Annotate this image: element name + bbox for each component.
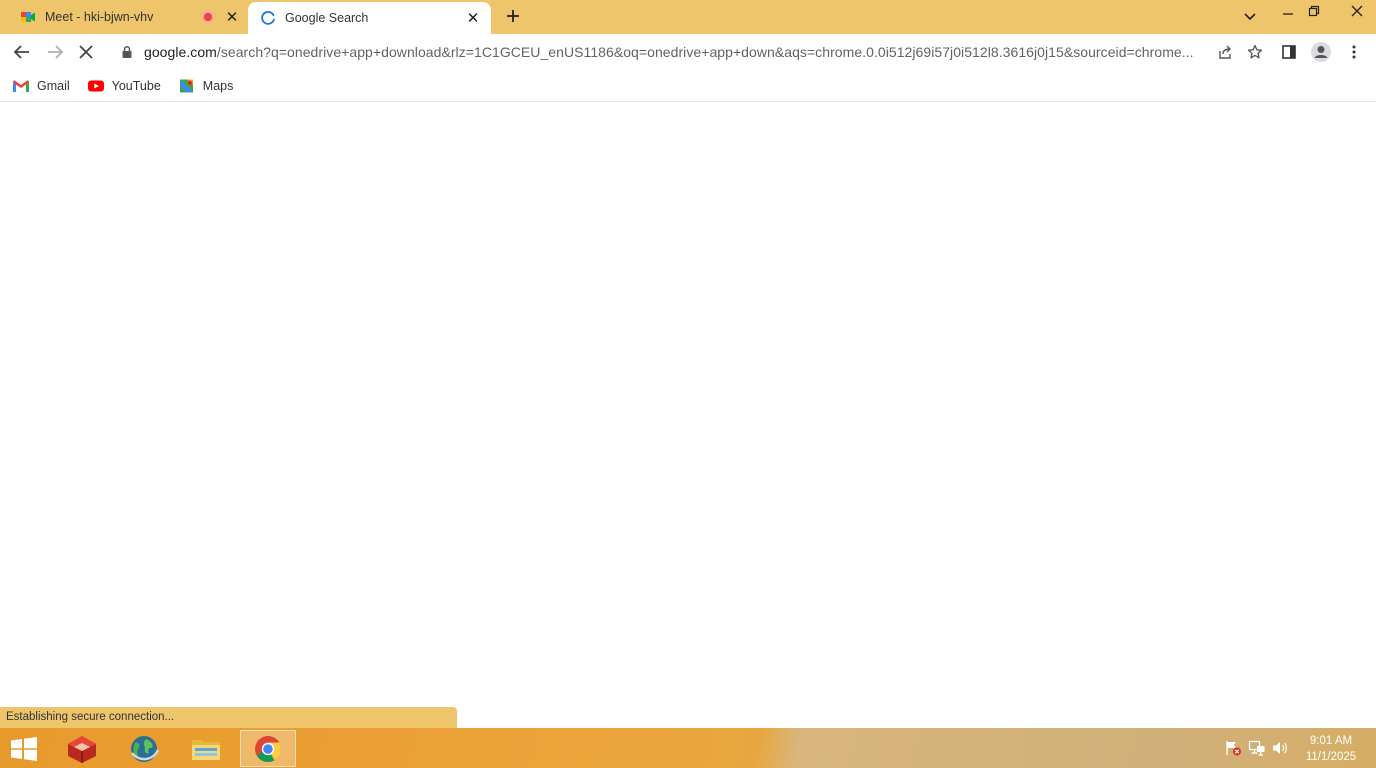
menu-button[interactable] (1342, 40, 1366, 64)
clock-date: 11/1/2025 (1305, 751, 1357, 763)
taskbar-app[interactable] (116, 730, 172, 767)
address-bar[interactable]: google.com/search?q=onedrive+app+downloa… (110, 38, 1270, 66)
taskbar: 9:01 AM 11/1/2025 (0, 728, 1376, 768)
taskbar-app-active[interactable] (240, 730, 296, 767)
bookmark-maps[interactable]: Maps (178, 78, 234, 93)
stop-loading-button[interactable] (74, 40, 98, 64)
arrow-right-icon (48, 45, 64, 59)
system-clock[interactable]: 9:01 AM 11/1/2025 (1296, 733, 1366, 765)
network-icon[interactable] (1248, 740, 1266, 756)
lock-icon[interactable] (120, 45, 134, 59)
close-icon (79, 45, 93, 59)
clock-time: 9:01 AM (1309, 735, 1353, 747)
url-text[interactable]: google.com/search?q=onedrive+app+downloa… (144, 44, 1210, 60)
maps-icon (179, 79, 193, 92)
status-bubble: Establishing secure connection... (0, 707, 457, 728)
url-path: /search?q=onedrive+app+download&rlz=1C1G… (216, 44, 1194, 60)
bookmark-label: Gmail (37, 78, 70, 93)
gmail-icon (13, 79, 29, 92)
bookmark-gmail[interactable]: Gmail (12, 79, 70, 93)
windows-start-icon[interactable] (8, 736, 40, 762)
close-tab-icon[interactable]: ✕ (224, 9, 240, 26)
app-icon (68, 735, 96, 763)
share-icon (1219, 45, 1231, 59)
url-host: google.com (144, 44, 217, 60)
bookmark-star-button[interactable] (1240, 40, 1270, 64)
tab-search-chevron-icon[interactable] (1240, 8, 1260, 26)
profile-button[interactable] (1309, 40, 1333, 64)
loading-spinner-icon (261, 11, 275, 25)
taskbar-app[interactable] (178, 730, 234, 767)
bookmark-label: YouTube (111, 78, 161, 93)
bookmark-label: Maps (202, 78, 234, 93)
plus-icon (507, 10, 519, 22)
bookmark-youtube[interactable]: YouTube (87, 79, 161, 93)
back-button[interactable] (10, 40, 34, 64)
action-center-flag-icon[interactable] (1224, 740, 1242, 756)
volume-icon[interactable] (1271, 740, 1289, 756)
taskbar-app[interactable] (54, 730, 110, 767)
arrow-left-icon (13, 45, 29, 59)
tab-title: Meet - hki-bjwn-vhv (45, 10, 154, 24)
restore-button[interactable] (1300, 0, 1328, 22)
minimize-button[interactable] (1274, 0, 1302, 22)
browser-toolbar: google.com/search?q=onedrive+app+downloa… (0, 34, 1376, 70)
bookmarks-bar: Gmail YouTube Maps (0, 70, 1376, 102)
avatar-icon (1311, 42, 1331, 62)
star-icon (1247, 44, 1263, 59)
file-explorer-icon (192, 739, 220, 760)
tab-title: Google Search (285, 11, 369, 25)
recording-indicator-icon (202, 11, 214, 23)
page-content (0, 103, 1376, 728)
tab-google-search[interactable]: Google Search ✕ (248, 2, 491, 34)
tab-strip: Meet - hki-bjwn-vhv ✕ Google Search ✕ (0, 0, 1376, 34)
kebab-menu-icon (1352, 45, 1356, 59)
youtube-icon (87, 80, 104, 91)
google-meet-icon (21, 12, 35, 22)
tab-meet[interactable]: Meet - hki-bjwn-vhv ✕ (8, 0, 248, 34)
globe-icon (131, 735, 160, 762)
new-tab-button[interactable] (502, 5, 524, 27)
chrome-icon (255, 735, 282, 762)
forward-button[interactable] (43, 40, 67, 64)
share-button[interactable] (1210, 40, 1240, 64)
side-panel-icon (1282, 45, 1296, 59)
close-tab-icon[interactable]: ✕ (465, 10, 481, 27)
side-panel-button[interactable] (1277, 40, 1301, 64)
close-window-button[interactable] (1338, 0, 1376, 22)
